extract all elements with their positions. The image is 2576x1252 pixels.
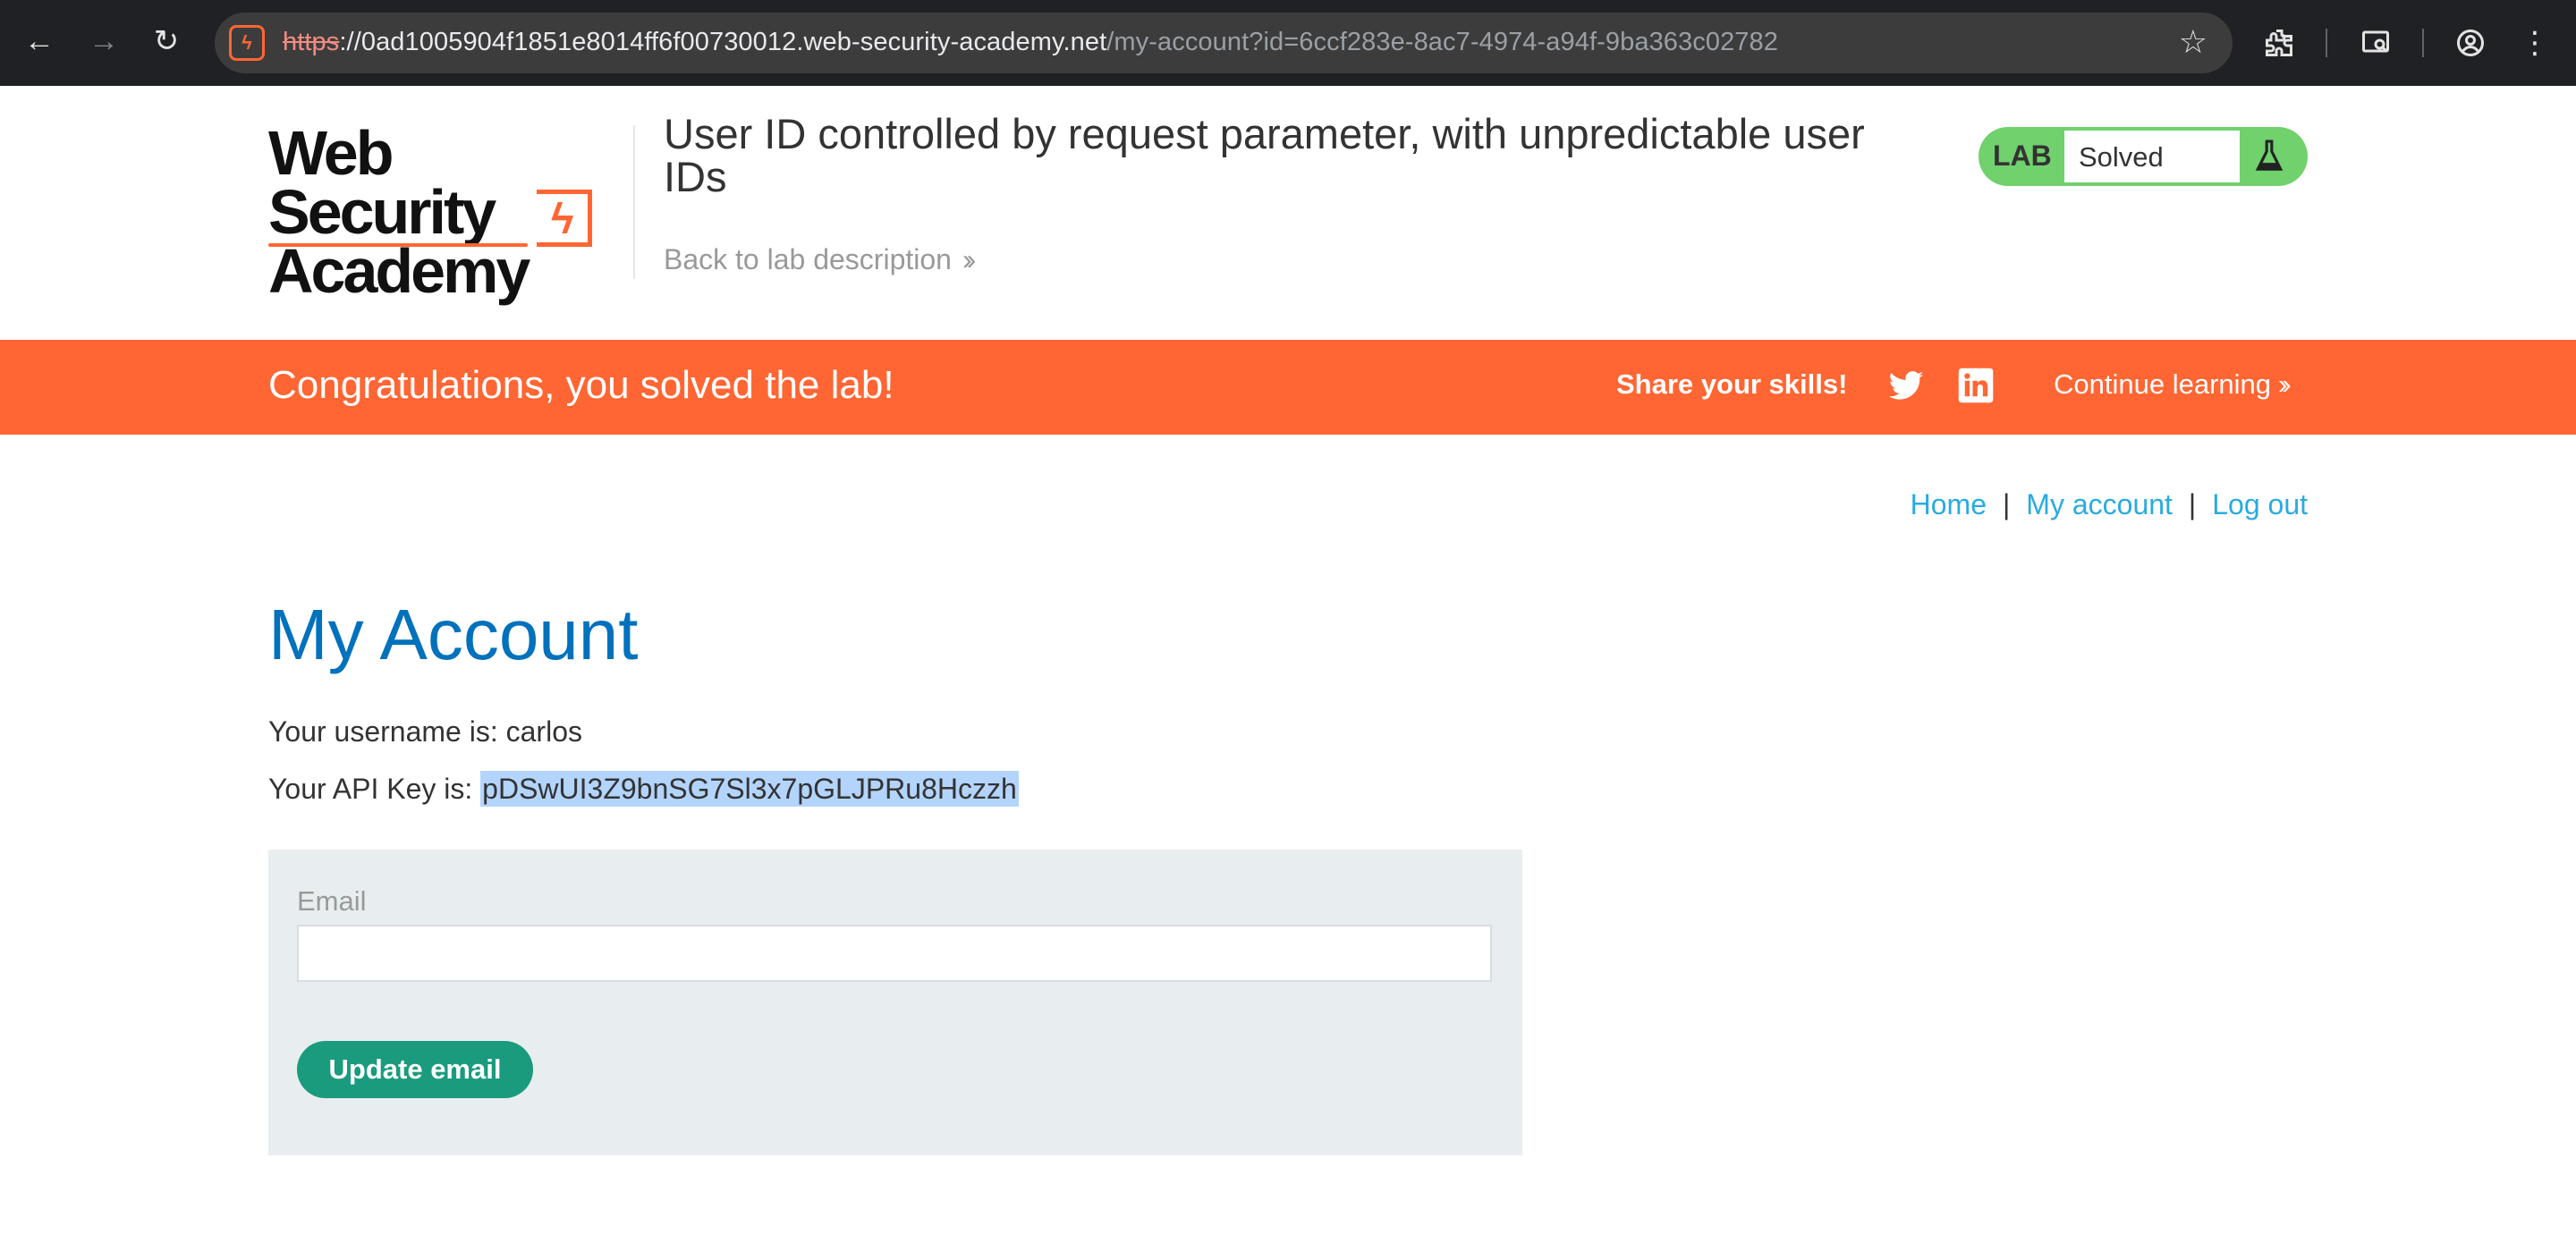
tab-search-icon[interactable] — [2354, 21, 2397, 64]
logo-underline — [268, 243, 528, 247]
toolbar-divider — [2422, 29, 2424, 57]
lab-title: User ID controlled by request parameter,… — [664, 110, 1865, 200]
account-nav: Home | My account | Log out — [1911, 488, 2308, 521]
update-email-form: Email Update email — [268, 850, 1522, 1155]
lab-state: Solved — [2064, 131, 2240, 182]
my-account-link[interactable]: My account — [2026, 488, 2173, 520]
extensions-icon[interactable] — [2258, 21, 2301, 64]
double-chevron-icon: ›› — [962, 243, 977, 275]
api-key-value[interactable]: pDSwUI3Z9bnSG7Sl3x7pGLJPRu8Hczzh — [480, 771, 1019, 807]
email-input[interactable] — [297, 925, 1492, 982]
site-favicon-icon: ϟ — [229, 25, 265, 61]
address-bar[interactable]: ϟ https://0ad1005904f1851e8014ff6f007300… — [215, 13, 2233, 73]
linkedin-icon[interactable] — [1957, 367, 1995, 404]
twitter-icon[interactable] — [1887, 367, 1925, 404]
url-text[interactable]: https://0ad1005904f1851e8014ff6f00730012… — [283, 28, 1778, 57]
profile-icon[interactable] — [2449, 21, 2492, 64]
flask-icon — [2245, 134, 2293, 179]
congratulations-message: Congratulations, you solved the lab! — [268, 363, 894, 407]
log-out-link[interactable]: Log out — [2212, 488, 2308, 520]
header-divider — [633, 125, 635, 279]
back-to-lab-description-link[interactable]: Back to lab description ›› — [664, 243, 977, 276]
email-label: Email — [297, 885, 367, 917]
lab-status-widget: LAB Solved — [1979, 127, 2308, 186]
kebab-menu-icon[interactable]: ⋮ — [2513, 21, 2556, 64]
toolbar-divider — [2326, 29, 2327, 57]
web-security-academy-logo[interactable]: Web Security Academy ϟ — [268, 122, 626, 302]
share-skills-label: Share your skills! — [1616, 368, 1848, 400]
page-title: My Account — [268, 595, 639, 674]
nav-separator: | — [2188, 488, 2197, 520]
bookmark-star-icon[interactable]: ☆ — [2179, 23, 2207, 61]
nav-separator: | — [2002, 488, 2011, 520]
api-key-line: Your API Key is: pDSwUI3Z9bnSG7Sl3x7pGLJ… — [268, 771, 1019, 807]
reload-icon[interactable]: ↻ — [147, 21, 186, 61]
username-line: Your username is: carlos — [268, 715, 582, 748]
logo-bolt-icon: ϟ — [551, 196, 574, 243]
browser-toolbar: ← → ↻ ϟ https://0ad1005904f1851e8014ff6f… — [0, 0, 2576, 86]
double-chevron-icon: ›› — [2278, 368, 2291, 400]
back-arrow-icon[interactable]: ← — [20, 21, 59, 61]
lab-badge: LAB — [1993, 140, 2052, 172]
solved-banner: Congratulations, you solved the lab! Sha… — [0, 340, 2576, 435]
home-link[interactable]: Home — [1911, 488, 1987, 520]
lab-header: Web Security Academy ϟ User ID controlled… — [0, 86, 2576, 340]
forward-arrow-icon[interactable]: → — [84, 21, 123, 61]
username-value: carlos — [505, 715, 582, 748]
update-email-button[interactable]: Update email — [297, 1041, 533, 1098]
continue-learning-link[interactable]: Continue learning ›› — [2054, 368, 2291, 401]
